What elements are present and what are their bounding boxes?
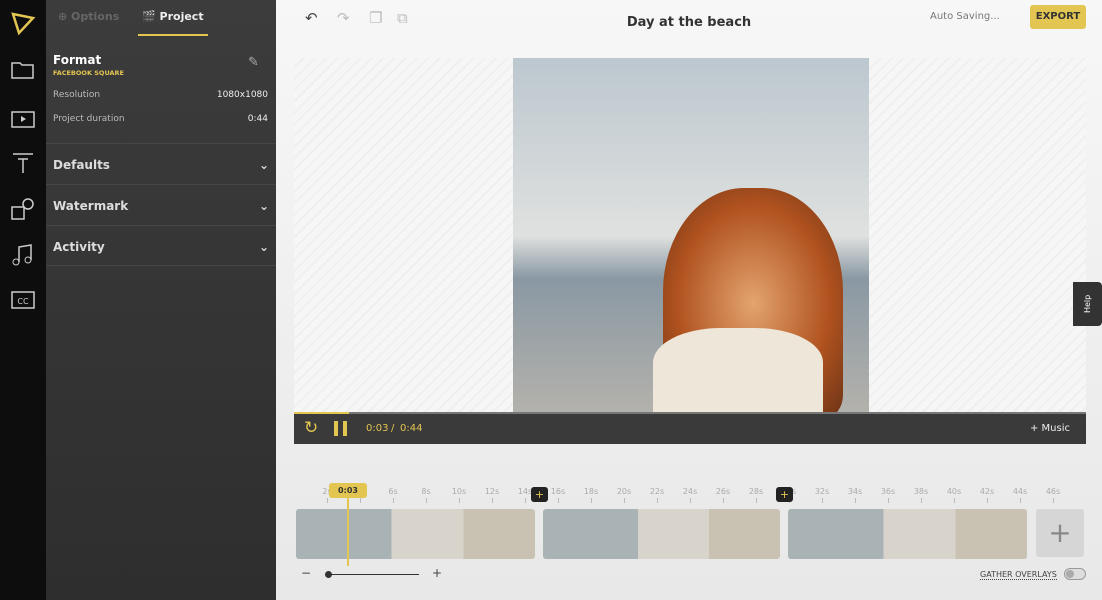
tick-label: 36s xyxy=(880,487,896,496)
tick-mark xyxy=(921,498,922,503)
logo-icon[interactable] xyxy=(10,10,36,36)
tick-label: 18s xyxy=(583,487,599,496)
chevron-down-icon: ⌄ xyxy=(258,240,269,254)
timeline-clip[interactable] xyxy=(543,509,780,559)
tick-label: 24s xyxy=(682,487,698,496)
video-preview[interactable] xyxy=(513,58,869,414)
add-transition-button[interactable]: + xyxy=(531,487,548,502)
shapes-icon[interactable] xyxy=(10,196,36,222)
total-time: 0:44 xyxy=(400,423,423,434)
tick-mark xyxy=(657,498,658,503)
current-time: 0:03 xyxy=(366,423,389,434)
resolution-row: Resolution 1080x1080 xyxy=(53,90,268,100)
export-button[interactable]: EXPORT xyxy=(1030,5,1086,29)
tick-label: 20s xyxy=(616,487,632,496)
zoom-slider-handle[interactable] xyxy=(325,571,332,578)
add-music-button[interactable]: + Music xyxy=(1030,423,1070,434)
add-clip-button[interactable]: + xyxy=(1036,509,1084,557)
zoom-slider[interactable] xyxy=(325,571,419,578)
tick-label: 42s xyxy=(979,487,995,496)
tick-label: 40s xyxy=(946,487,962,496)
gather-overlays-toggle[interactable] xyxy=(1064,568,1086,580)
tick-label: 34s xyxy=(847,487,863,496)
help-tab[interactable]: Help xyxy=(1073,282,1102,326)
text-icon[interactable] xyxy=(10,150,36,176)
chevron-down-icon: ⌄ xyxy=(258,158,269,172)
tick-mark xyxy=(492,498,493,503)
replay-icon[interactable]: ↻ xyxy=(304,418,318,438)
tick-label: 8s xyxy=(421,487,431,496)
tick-label: 44s xyxy=(1012,487,1028,496)
tick-mark xyxy=(723,498,724,503)
project-panel: ⊕ Options 🎬 Project Format FACEBOOK SQUA… xyxy=(46,0,276,600)
tick-mark xyxy=(954,498,955,503)
tab-project[interactable]: 🎬 Project xyxy=(138,0,208,36)
tick-label: 6s xyxy=(388,487,398,496)
tick-label: 26s xyxy=(715,487,731,496)
tick-mark xyxy=(822,498,823,503)
tick-label: 46s xyxy=(1045,487,1061,496)
timeline-clip[interactable] xyxy=(296,509,535,559)
tick-mark xyxy=(1020,498,1021,503)
section-defaults[interactable]: Defaults ⌄ xyxy=(46,143,276,184)
add-transition-button[interactable]: + xyxy=(776,487,793,502)
tick-mark xyxy=(1053,498,1054,503)
tick-mark xyxy=(525,498,526,503)
pause-icon[interactable] xyxy=(334,421,347,436)
tick-mark xyxy=(987,498,988,503)
format-title: Format xyxy=(53,53,102,67)
tick-mark xyxy=(855,498,856,503)
section-activity[interactable]: Activity ⌄ xyxy=(46,225,276,266)
tick-mark xyxy=(558,498,559,503)
zoom-in-button[interactable]: + xyxy=(432,566,442,580)
clapperboard-icon: 🎬 xyxy=(142,10,160,23)
tick-mark xyxy=(690,498,691,503)
tick-mark xyxy=(360,498,361,503)
section-watermark[interactable]: Watermark ⌄ xyxy=(46,184,276,225)
autosave-status: Auto Saving... xyxy=(930,11,1000,22)
tick-label: 28s xyxy=(748,487,764,496)
tick-mark xyxy=(426,498,427,503)
tick-mark xyxy=(327,498,328,503)
tick-label: 32s xyxy=(814,487,830,496)
folder-upload-icon[interactable] xyxy=(10,57,36,83)
media-icon[interactable] xyxy=(10,105,36,131)
tick-label: 22s xyxy=(649,487,665,496)
zoom-out-button[interactable]: − xyxy=(301,566,311,580)
tick-label: 12s xyxy=(484,487,500,496)
gather-overlays-label: GATHER OVERLAYS xyxy=(980,570,1057,580)
player-controls: ↻ 0:03 / 0:44 + Music xyxy=(294,414,1086,444)
tick-label: 38s xyxy=(913,487,929,496)
svg-text:CC: CC xyxy=(17,297,29,306)
format-subtitle: FACEBOOK SQUARE xyxy=(53,69,125,77)
music-icon[interactable] xyxy=(10,242,36,268)
tick-label: 10s xyxy=(451,487,467,496)
tick-mark xyxy=(756,498,757,503)
icon-rail: CC xyxy=(0,0,46,600)
canvas-stage xyxy=(294,58,1086,414)
playhead-label[interactable]: 0:03 xyxy=(329,483,367,498)
tick-mark xyxy=(624,498,625,503)
timeline-clip[interactable] xyxy=(788,509,1027,559)
tick-mark xyxy=(591,498,592,503)
playhead-line[interactable] xyxy=(347,498,349,566)
options-icon: ⊕ xyxy=(58,10,72,23)
tick-mark xyxy=(393,498,394,503)
tick-mark xyxy=(459,498,460,503)
tab-options[interactable]: ⊕ Options xyxy=(58,0,119,36)
tick-mark xyxy=(888,498,889,503)
chevron-down-icon: ⌄ xyxy=(258,199,269,213)
duration-row: Project duration 0:44 xyxy=(53,114,268,124)
captions-icon[interactable]: CC xyxy=(10,287,36,313)
edit-pencil-icon[interactable]: ✎ xyxy=(248,55,259,70)
tick-label: 16s xyxy=(550,487,566,496)
